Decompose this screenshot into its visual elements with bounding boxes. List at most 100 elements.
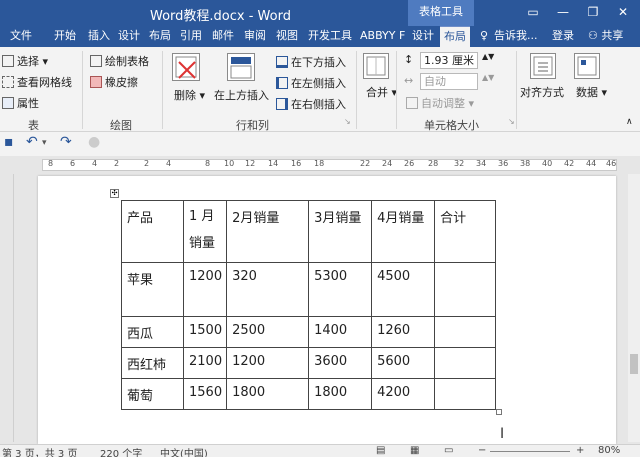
- vertical-scrollbar[interactable]: [628, 174, 640, 442]
- height-spin-icon[interactable]: ▲▼: [482, 52, 494, 61]
- table-cell[interactable]: [434, 262, 497, 317]
- tab-developer[interactable]: 开发工具: [304, 26, 356, 47]
- gridlines-icon: [2, 76, 14, 88]
- tab-mailings[interactable]: 邮件: [208, 26, 238, 47]
- insert-right-button[interactable]: 在右侧插入: [276, 96, 346, 112]
- table-cell[interactable]: 1500: [182, 316, 228, 348]
- table-cell[interactable]: 1260: [371, 316, 436, 348]
- table-cell[interactable]: 葡萄: [121, 378, 184, 410]
- table-cell[interactable]: 苹果: [121, 262, 184, 317]
- tab-design[interactable]: 设计: [114, 26, 144, 47]
- restore-button[interactable]: ❐: [578, 0, 608, 26]
- table-cell[interactable]: 3月销量: [308, 200, 373, 263]
- zoom-in-icon[interactable]: +: [576, 445, 584, 456]
- tab-table-layout[interactable]: 布局: [440, 26, 470, 47]
- save-icon[interactable]: ▪: [4, 134, 14, 150]
- table-cell[interactable]: 4500: [371, 262, 436, 317]
- properties-button[interactable]: 属性: [2, 95, 39, 111]
- table-cell[interactable]: 产品: [121, 200, 184, 263]
- tab-view[interactable]: 视图: [272, 26, 302, 47]
- table-cell[interactable]: 1560: [182, 378, 228, 410]
- table-cell[interactable]: 1200: [226, 347, 310, 379]
- table-cell[interactable]: 5300: [308, 262, 373, 317]
- document-table[interactable]: 产品 1 月销量 2月销量 3月销量 4月销量 合计 苹果 1200 320 5…: [121, 200, 497, 410]
- table-cell[interactable]: [434, 347, 497, 379]
- print-layout-icon[interactable]: ▦: [410, 445, 419, 456]
- tab-insert[interactable]: 插入: [84, 26, 114, 47]
- undo-dropdown-icon[interactable]: ▾: [42, 138, 47, 148]
- word-count[interactable]: 220 个字: [100, 445, 142, 457]
- redo-icon[interactable]: ↷: [60, 134, 72, 150]
- select-button[interactable]: 选择 ▾: [2, 53, 48, 69]
- tab-file[interactable]: 文件: [6, 26, 36, 47]
- minimize-button[interactable]: —: [548, 0, 578, 26]
- rows-cols-launcher-icon[interactable]: ↘: [344, 117, 351, 126]
- tab-table-design[interactable]: 设计: [408, 26, 438, 47]
- table-cell[interactable]: 西红柿: [121, 347, 184, 379]
- table-cell[interactable]: [434, 316, 497, 348]
- merge-icon[interactable]: [363, 53, 389, 79]
- insert-left-button[interactable]: 在左侧插入: [276, 75, 346, 91]
- autofit-button[interactable]: 自动调整 ▾: [406, 95, 474, 111]
- web-layout-icon[interactable]: ▭: [444, 445, 453, 456]
- table-cell[interactable]: 1400: [308, 316, 373, 348]
- delete-table-icon[interactable]: [172, 53, 200, 81]
- draw-table-button[interactable]: 绘制表格: [90, 53, 149, 69]
- table-cell[interactable]: 3600: [308, 347, 373, 379]
- zoom-level[interactable]: 80%: [598, 445, 620, 456]
- page-count[interactable]: 第 3 页，共 3 页: [2, 445, 77, 457]
- share-button[interactable]: ⚇ 共享: [588, 26, 623, 47]
- insert-above-button[interactable]: 在上方插入: [214, 87, 269, 103]
- table-move-handle-icon[interactable]: ✣: [110, 189, 119, 198]
- table-resize-handle-icon[interactable]: [496, 409, 502, 415]
- col-width-input[interactable]: 自动: [420, 73, 478, 90]
- table-cell[interactable]: 2500: [226, 316, 310, 348]
- ribbon-display-icon[interactable]: ▭: [518, 0, 548, 26]
- table-cell[interactable]: 1 月销量: [182, 200, 228, 263]
- collapse-ribbon-icon[interactable]: ∧: [626, 117, 633, 127]
- read-mode-icon[interactable]: ▤: [376, 445, 385, 456]
- table-cell[interactable]: [434, 378, 497, 410]
- horizontal-ruler[interactable]: 8 6 4 2 2 4 8 10 12 14 16 18 22 24 26 28…: [0, 156, 640, 174]
- table-cell[interactable]: 1800: [308, 378, 373, 410]
- table-cell[interactable]: 5600: [371, 347, 436, 379]
- tab-home[interactable]: 开始: [50, 26, 80, 47]
- tab-review[interactable]: 审阅: [240, 26, 270, 47]
- zoom-out-icon[interactable]: −: [478, 445, 486, 456]
- table-cell[interactable]: 2100: [182, 347, 228, 379]
- tab-abbyy[interactable]: ABBYY F: [356, 26, 409, 47]
- table-cell[interactable]: 合计: [434, 200, 497, 263]
- table-row: 苹果 1200 320 5300 4500: [121, 262, 497, 317]
- alignment-button[interactable]: 对齐方式: [520, 84, 564, 100]
- close-button[interactable]: ✕: [608, 0, 638, 26]
- table-cell[interactable]: 4200: [371, 378, 436, 410]
- tell-me-box[interactable]: 告诉我...: [494, 26, 538, 47]
- table-cell[interactable]: 1200: [182, 262, 228, 317]
- table-cell[interactable]: 4月销量: [371, 200, 436, 263]
- alignment-icon[interactable]: [530, 53, 556, 79]
- login-link[interactable]: 登录: [552, 26, 574, 47]
- row-height-input[interactable]: 1.93 厘米: [420, 52, 478, 69]
- cell-size-launcher-icon[interactable]: ↘: [508, 117, 515, 126]
- repeat-icon[interactable]: ●: [88, 134, 100, 150]
- vertical-ruler[interactable]: [0, 174, 14, 442]
- table-cell[interactable]: 2月销量: [226, 200, 310, 263]
- language-status[interactable]: 中文(中国): [160, 445, 208, 457]
- eraser-button[interactable]: 橡皮擦: [90, 74, 138, 90]
- insert-above-icon[interactable]: [227, 53, 255, 81]
- zoom-slider[interactable]: [490, 451, 570, 452]
- view-gridlines-button[interactable]: 查看网格线: [2, 74, 72, 90]
- data-icon[interactable]: [574, 53, 600, 79]
- table-cell[interactable]: 320: [226, 262, 310, 317]
- delete-button[interactable]: 删除 ▾: [174, 87, 205, 103]
- merge-button[interactable]: 合并 ▾: [366, 84, 397, 100]
- tab-layout[interactable]: 布局: [145, 26, 175, 47]
- scrollbar-thumb[interactable]: [630, 354, 638, 374]
- width-spin-icon[interactable]: ▲▼: [482, 73, 494, 82]
- table-cell[interactable]: 1800: [226, 378, 310, 410]
- tab-references[interactable]: 引用: [176, 26, 206, 47]
- insert-below-button[interactable]: 在下方插入: [276, 54, 346, 70]
- data-button[interactable]: 数据 ▾: [576, 84, 607, 100]
- table-cell[interactable]: 西瓜: [121, 316, 184, 348]
- undo-icon[interactable]: ↶: [26, 134, 38, 150]
